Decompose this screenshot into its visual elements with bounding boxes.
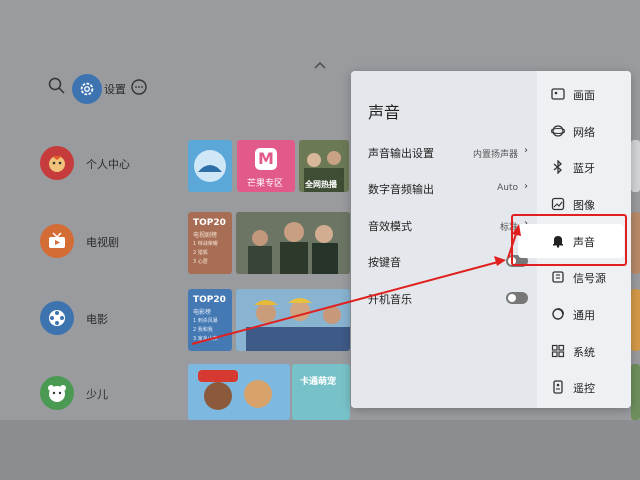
nav-item-general[interactable]: 通用: [551, 303, 627, 325]
sound-output-setting-row[interactable]: 声音输出设置 内置扬声器 ›: [368, 143, 528, 163]
hot-tile-label: 全网热播: [305, 180, 337, 189]
settings-label: 设置: [104, 83, 126, 96]
monkey-avatar-icon: [40, 146, 74, 180]
tile-edge: [631, 289, 640, 351]
message-icon[interactable]: [130, 78, 148, 96]
category-label: 电影: [86, 313, 108, 326]
row-value: Auto: [497, 183, 518, 193]
nav-label: 信号源: [573, 272, 606, 285]
kids-cartoon-tile[interactable]: 卡通萌宠: [292, 364, 350, 420]
nav-item-picture[interactable]: 画面: [551, 83, 627, 105]
bluetooth-icon: [553, 160, 562, 174]
nav-label: 遥控: [573, 382, 595, 395]
bear-icon: [40, 376, 74, 410]
bottom-strip: [0, 420, 640, 480]
movie-rank-tile[interactable]: TOP20 电影榜 1 刺杀风暴 2 我和我 3 家乡山东: [188, 289, 232, 351]
settings-button[interactable]: [72, 74, 102, 104]
nav-label: 图像: [573, 199, 595, 212]
nav-item-signal-source[interactable]: 信号源: [551, 266, 627, 288]
nav-item-bluetooth[interactable]: 蓝牙: [551, 156, 627, 178]
row-label: 数字音频输出: [368, 183, 434, 196]
system-icon: [551, 344, 565, 358]
chevron-right-icon: ›: [524, 145, 528, 156]
mango-zone-tile[interactable]: M 芒果专区: [237, 140, 295, 192]
drama-poster-tile[interactable]: [236, 212, 350, 274]
boot-music-row[interactable]: 开机音乐: [368, 289, 528, 309]
mango-zone-label: 芒果专区: [247, 179, 284, 189]
mango-logo: M: [255, 148, 277, 170]
police-drama-image: [236, 212, 350, 274]
sound-options-pane: 声音 声音输出设置 内置扬声器 › 数字音频输出 Auto › 音效模式 标准 …: [351, 71, 537, 408]
kids-tile-label: 卡通萌宠: [300, 377, 337, 387]
picture-icon: [551, 88, 565, 100]
digital-audio-output-row[interactable]: 数字音频输出 Auto ›: [368, 179, 528, 199]
rank-item: 3 家乡山东: [193, 336, 218, 342]
boot-music-toggle[interactable]: [506, 292, 528, 304]
rank-item: 3 心居: [193, 259, 208, 265]
nav-label: 系统: [573, 346, 595, 359]
reading-person-icon: [194, 150, 226, 182]
nav-label: 网络: [573, 126, 595, 139]
row-value: 内置扬声器: [472, 150, 518, 160]
category-personal-center[interactable]: 个人中心: [40, 146, 180, 186]
tile-edge: [631, 140, 640, 192]
chevron-up-icon[interactable]: [313, 60, 327, 70]
nav-item-network[interactable]: 网络: [551, 120, 627, 142]
cartoon-dogs-image: [188, 364, 290, 420]
general-icon: [552, 308, 564, 320]
signal-source-icon: [552, 271, 564, 283]
category-label: 电视剧: [86, 236, 119, 249]
nav-label: 蓝牙: [573, 162, 595, 175]
image-icon: [551, 197, 565, 211]
rank-item: 2 我和我: [193, 327, 213, 333]
nav-item-system[interactable]: 系统: [551, 340, 627, 362]
search-icon[interactable]: [47, 76, 67, 96]
gear-icon: [80, 82, 94, 96]
rank-item: 1 特战荣耀: [193, 241, 218, 247]
tv-icon: [40, 224, 74, 258]
tv-rank-tile[interactable]: TOP20 电视剧榜 1 特战荣耀 2 猎狐 3 心居: [188, 212, 232, 274]
toggle-knob: [508, 294, 516, 302]
rank-item: 1 刺杀风暴: [193, 318, 218, 324]
network-icon: [551, 125, 565, 137]
row-label: 声音输出设置: [368, 147, 434, 160]
chevron-right-icon: ›: [524, 181, 528, 192]
panel-title: 声音: [368, 103, 401, 122]
movie-poster-tile[interactable]: [236, 289, 350, 351]
nav-item-image[interactable]: 图像: [551, 193, 627, 215]
remote-icon: [553, 380, 563, 394]
category-label: 个人中心: [86, 158, 130, 171]
row-label: 按键音: [368, 256, 401, 269]
hot-tile[interactable]: 全网热播: [299, 140, 349, 192]
highlight-box: [511, 214, 627, 266]
row-label: 音效模式: [368, 220, 412, 233]
paw-patrol-tile[interactable]: [188, 364, 290, 420]
nav-label: 通用: [573, 309, 595, 322]
category-label: 少儿: [86, 388, 108, 401]
nav-label: 画面: [573, 89, 595, 102]
rank-item: 2 猎狐: [193, 250, 208, 256]
key-tone-row[interactable]: 按键音: [368, 252, 528, 272]
row-label: 开机音乐: [368, 293, 412, 306]
rank-title: TOP20: [193, 218, 226, 228]
workers-movie-image: [236, 289, 350, 351]
nav-item-remote[interactable]: 遥控: [551, 376, 627, 398]
tile-edge: [631, 364, 640, 420]
rank-subtitle: 电影榜: [193, 309, 212, 316]
film-reel-icon: [40, 301, 74, 335]
category-kids[interactable]: 少儿: [40, 376, 180, 416]
sound-effect-mode-row[interactable]: 音效模式 标准 ›: [368, 216, 528, 236]
app-tile-blue[interactable]: [188, 140, 232, 192]
category-tv-series[interactable]: 电视剧: [40, 224, 180, 264]
rank-title: TOP20: [193, 295, 226, 305]
tile-edge: [631, 212, 640, 274]
category-movie[interactable]: 电影: [40, 301, 180, 341]
rank-subtitle: 电视剧榜: [193, 232, 218, 239]
